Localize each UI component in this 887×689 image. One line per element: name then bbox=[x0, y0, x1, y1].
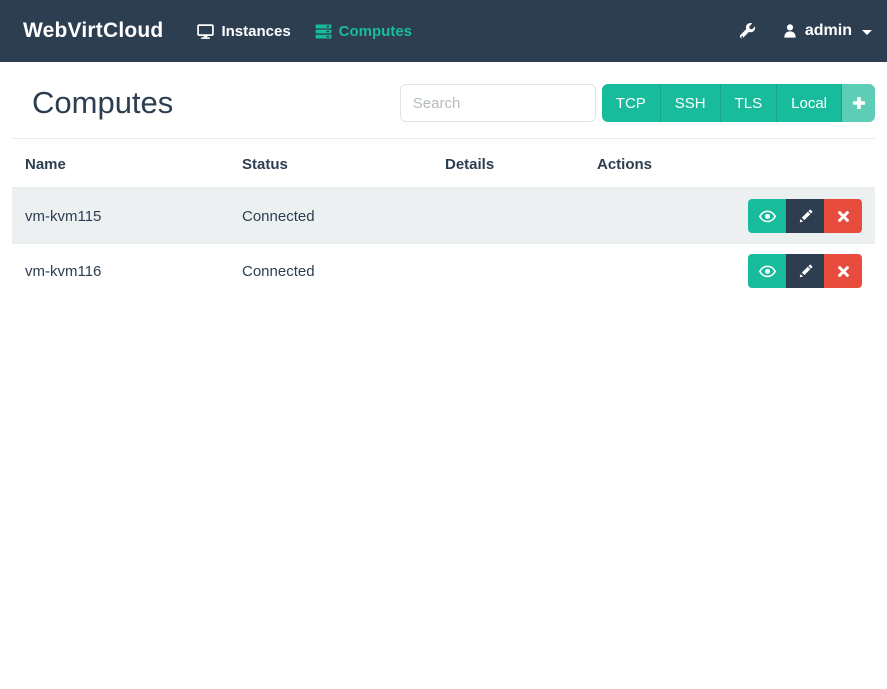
tcp-button[interactable]: TCP bbox=[601, 84, 660, 122]
eye-icon bbox=[758, 264, 776, 278]
ssh-button[interactable]: SSH bbox=[659, 84, 720, 122]
compute-status: Connected bbox=[229, 243, 432, 298]
user-name: admin bbox=[804, 22, 852, 39]
plus-icon bbox=[852, 96, 866, 110]
table-row: vm-kvm116 Connected bbox=[12, 243, 875, 298]
tls-button[interactable]: TLS bbox=[719, 84, 777, 122]
computes-table-body: vm-kvm115 Connected vm-kvm116 Connected bbox=[12, 188, 875, 298]
add-compute-button[interactable] bbox=[841, 84, 875, 122]
computes-table: Name Status Details Actions vm-kvm115 Co… bbox=[12, 139, 875, 298]
wrench-icon bbox=[739, 22, 756, 40]
column-header-actions: Actions bbox=[584, 139, 875, 189]
compute-actions bbox=[584, 188, 875, 244]
compute-name: vm-kvm115 bbox=[25, 207, 102, 225]
header-controls: TCP SSH TLS Local bbox=[399, 84, 875, 122]
user-dropdown[interactable]: admin bbox=[782, 22, 872, 40]
delete-compute-button[interactable] bbox=[824, 199, 862, 233]
row-action-group bbox=[748, 254, 862, 288]
table-row: vm-kvm115 Connected bbox=[12, 188, 875, 244]
desktop-icon bbox=[197, 23, 215, 39]
search-input[interactable] bbox=[399, 84, 596, 122]
nav-item-label: Instances bbox=[221, 22, 291, 40]
nav-item-computes[interactable]: Computes bbox=[305, 17, 422, 46]
edit-compute-button[interactable] bbox=[786, 199, 824, 233]
column-header-details: Details bbox=[432, 139, 584, 189]
eye-icon bbox=[758, 209, 776, 223]
edit-compute-button[interactable] bbox=[786, 254, 824, 288]
brand-link[interactable]: WebVirtCloud bbox=[23, 19, 163, 43]
nav-item-instances[interactable]: Instances bbox=[187, 17, 300, 46]
delete-compute-button[interactable] bbox=[824, 254, 862, 288]
main-nav: Instances Computes bbox=[187, 17, 422, 46]
nav-item-label: Computes bbox=[338, 22, 413, 40]
column-header-name: Name bbox=[12, 139, 229, 189]
top-navbar: WebVirtCloud Instances Computes admin bbox=[0, 0, 887, 62]
page-title: Computes bbox=[32, 85, 174, 120]
compute-details bbox=[432, 188, 584, 244]
server-icon bbox=[315, 23, 332, 39]
settings-button[interactable] bbox=[735, 19, 760, 44]
compute-status: Connected bbox=[242, 207, 315, 225]
pencil-icon bbox=[798, 264, 813, 279]
column-header-status: Status bbox=[229, 139, 432, 189]
table-header-row: Name Status Details Actions bbox=[12, 139, 875, 189]
add-connection-button-group: TCP SSH TLS Local bbox=[601, 84, 875, 122]
user-icon bbox=[782, 23, 798, 39]
row-action-group bbox=[748, 199, 862, 233]
local-button[interactable]: Local bbox=[776, 84, 841, 122]
close-icon bbox=[837, 265, 850, 278]
close-icon bbox=[837, 210, 850, 223]
pencil-icon bbox=[798, 209, 813, 224]
navbar-right: admin bbox=[735, 19, 872, 44]
caret-down-icon bbox=[862, 29, 872, 35]
compute-details bbox=[432, 243, 584, 298]
compute-name: vm-kvm116 bbox=[12, 243, 229, 298]
page-header: Computes TCP SSH TLS Local bbox=[12, 84, 875, 122]
view-compute-button[interactable] bbox=[748, 199, 786, 233]
compute-actions bbox=[584, 243, 875, 298]
view-compute-button[interactable] bbox=[748, 254, 786, 288]
